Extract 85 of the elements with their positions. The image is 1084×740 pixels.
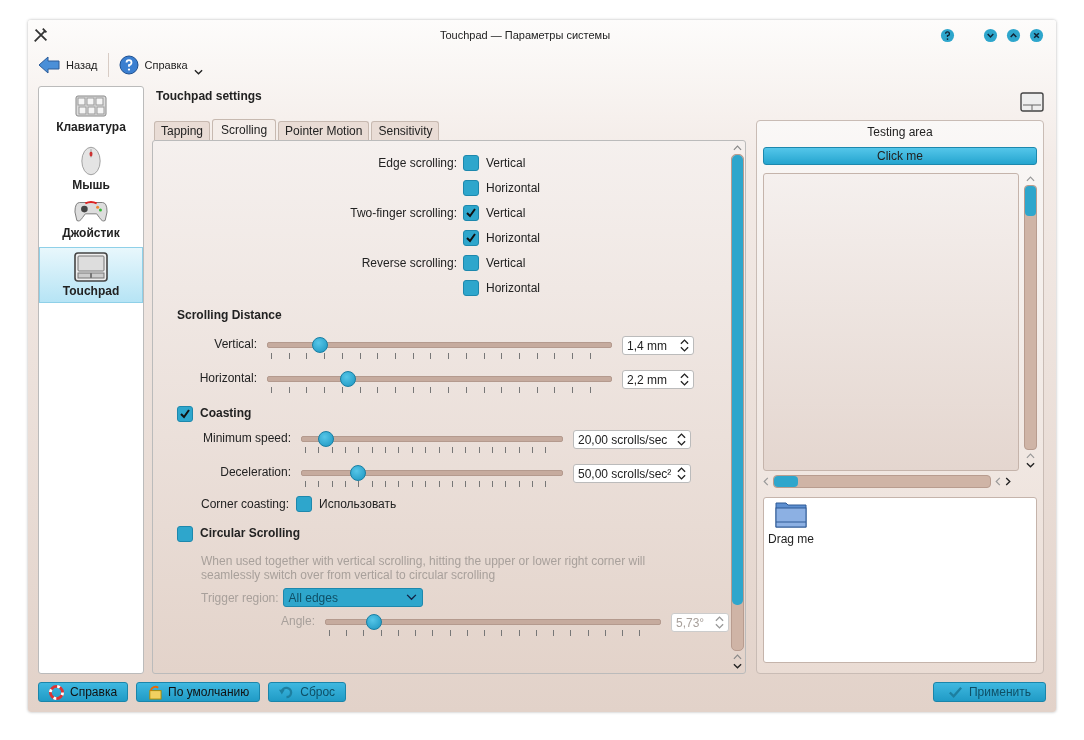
checkbox[interactable]	[463, 155, 479, 171]
checkbox-label: Horizontal	[486, 231, 541, 245]
field-label: Trigger region:	[201, 590, 279, 605]
lifebuoy-icon	[49, 684, 64, 700]
close-icon[interactable]	[1029, 27, 1044, 43]
checkbox[interactable]	[463, 205, 479, 221]
checkbox[interactable]	[177, 406, 193, 422]
dialog-button[interactable]: По умолчанию	[136, 682, 261, 702]
tab[interactable]: Tapping	[154, 121, 211, 140]
vertical-scrollbar[interactable]	[1023, 173, 1037, 471]
slider-thumb[interactable]	[349, 465, 366, 481]
checkbox[interactable]	[463, 180, 479, 196]
spin-box[interactable]: 1,4 mm	[622, 336, 694, 355]
toolbar-button[interactable]: Справка	[114, 53, 207, 77]
scroll-down-icon[interactable]	[733, 663, 742, 669]
help-icon	[118, 55, 139, 75]
checkbox-label: Vertical	[486, 206, 526, 220]
keyboard-icon	[75, 94, 107, 118]
window-title: Touchpad — Параметры системы	[438, 29, 612, 41]
description-text: When used together with vertical scrolling, hitting the upper or lower right corner will seamlessly switch over from vertical to circular scrolling	[201, 554, 647, 582]
field-label: Corner coasting:	[201, 497, 290, 511]
field-label: Reverse scrolling:	[360, 256, 457, 270]
field-label: Edge scrolling:	[377, 156, 457, 170]
mouse-icon	[80, 146, 102, 176]
maximize-icon[interactable]	[1006, 27, 1021, 43]
scrollbar-thumb[interactable]	[774, 475, 798, 487]
scroll-up-icon[interactable]	[733, 145, 742, 151]
checkmark-icon	[948, 684, 963, 700]
slider[interactable]	[301, 430, 563, 452]
field-label: Deceleration:	[219, 464, 291, 479]
slider[interactable]	[267, 336, 612, 358]
slider-thumb[interactable]	[312, 337, 329, 353]
scroll-up-icon[interactable]	[1025, 176, 1035, 182]
scroll-right-icon[interactable]	[1005, 476, 1011, 486]
checkbox[interactable]	[296, 496, 313, 512]
checkbox[interactable]	[463, 280, 479, 296]
checkbox-label: Vertical	[486, 156, 526, 170]
section-title: Scrolling Distance	[177, 308, 283, 322]
checkbox[interactable]	[463, 255, 479, 271]
click-me-button[interactable]: Click me	[763, 147, 1037, 165]
gamepad-icon	[74, 198, 108, 224]
checkbox-label: Coasting	[200, 406, 252, 420]
slider[interactable]	[267, 370, 612, 392]
checkbox-label: Horizontal	[486, 181, 541, 195]
tab[interactable]: Scrolling	[212, 119, 277, 140]
slider[interactable]	[301, 464, 563, 486]
dialog-button[interactable]: Справка	[38, 682, 129, 702]
scrollbar-thumb[interactable]	[732, 155, 743, 605]
scrollbar-thumb[interactable]	[1024, 186, 1036, 216]
tab[interactable]: Pointer Motion	[278, 121, 370, 140]
slider-thumb[interactable]	[339, 371, 356, 387]
panel-title: Testing area	[866, 124, 934, 141]
back-arrow-icon	[38, 56, 60, 74]
tab[interactable]: Sensitivity	[371, 121, 440, 140]
sidebar-item[interactable]: Мышь	[39, 143, 143, 195]
tools-icon	[32, 26, 50, 44]
field-label: Two-finger scrolling:	[349, 206, 457, 220]
sidebar-item[interactable]: Touchpad	[39, 247, 143, 303]
field-label: Minimum speed:	[201, 430, 291, 445]
help-icon[interactable]	[940, 27, 955, 43]
checkbox-label: Horizontal	[486, 281, 541, 295]
page-heading: Touchpad settings	[156, 89, 262, 103]
field-label: Vertical:	[213, 336, 257, 351]
spin-box[interactable]: 2,2 mm	[622, 370, 694, 389]
caret-icon	[193, 69, 203, 75]
toolbar-button[interactable]: Назад	[34, 54, 102, 76]
spin-box[interactable]: 20,00 scrolls/sec	[573, 430, 691, 449]
checkbox[interactable]	[463, 230, 479, 246]
sidebar-item[interactable]: Джойстик	[39, 195, 143, 247]
sidebar-item[interactable]: Клавиатура	[39, 91, 143, 143]
spin-box[interactable]: 50,00 scrolls/sec²	[573, 464, 691, 483]
touchpad-icon[interactable]	[1020, 92, 1044, 112]
chevron-down-icon	[405, 594, 417, 601]
field-label: Horizontal:	[198, 370, 257, 385]
checkbox-label: Использовать	[319, 497, 397, 511]
folder-label: Drag me	[768, 532, 814, 546]
scroll-down-icon[interactable]	[1025, 462, 1035, 468]
checkbox-label: Vertical	[486, 256, 526, 270]
field-label: Angle:	[279, 613, 315, 628]
touchpad-icon	[74, 252, 108, 282]
scroll-left-icon[interactable]	[763, 476, 769, 486]
minimize-icon[interactable]	[983, 27, 998, 43]
folder-icon[interactable]	[775, 500, 807, 528]
slider-thumb[interactable]	[318, 431, 335, 447]
checkbox-label: Circular Scrolling	[200, 526, 301, 540]
